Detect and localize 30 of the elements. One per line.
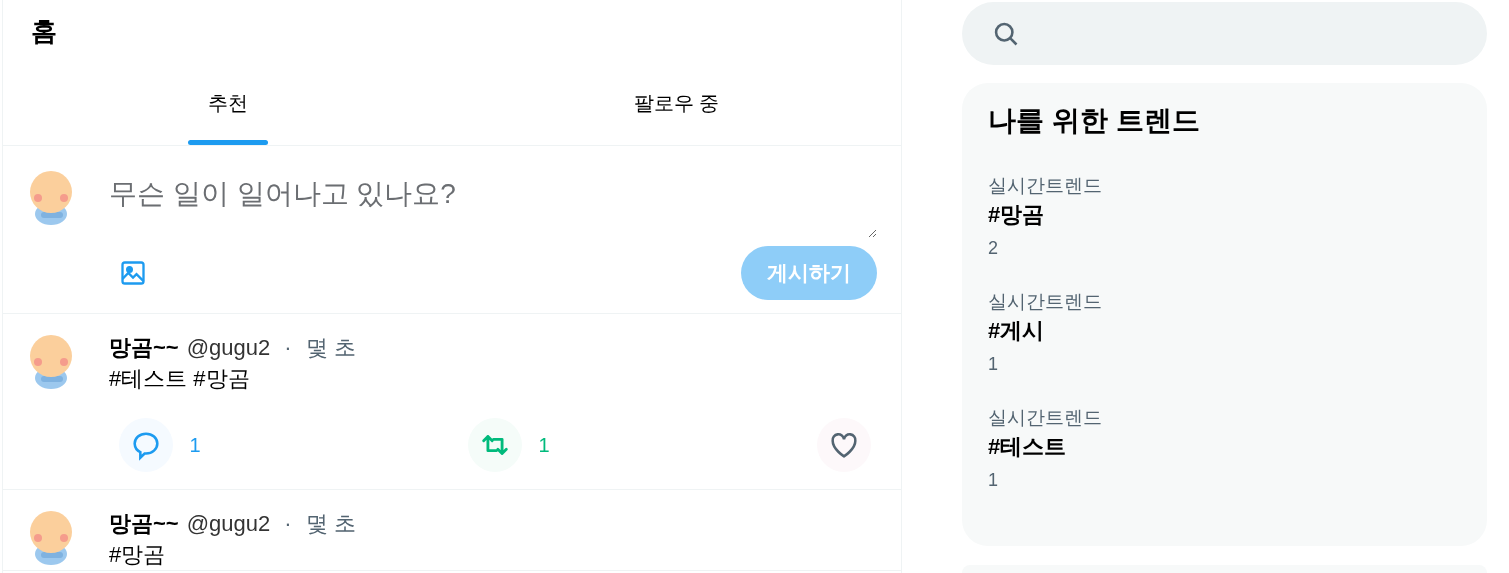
trend-category: 실시간트렌드 (988, 174, 1103, 198)
trend-category: 실시간트렌드 (988, 290, 1103, 314)
action-count: 1 (188, 433, 202, 458)
action-count: 1 (537, 433, 551, 458)
separator-dot: · (283, 334, 293, 362)
avatar-icon (29, 168, 73, 226)
post-text: #테스트 #망곰 (109, 365, 251, 393)
avatar-icon (29, 508, 73, 566)
user-handle: @gugu2 (186, 334, 271, 362)
tab[interactable]: 팔로우 중 (613, 60, 740, 145)
trend-count: 2 (988, 237, 999, 260)
tab[interactable]: 추천 (187, 60, 268, 145)
image-icon[interactable] (119, 259, 147, 287)
page-title: 홈 (30, 15, 58, 48)
trend-tag[interactable]: #망곰 (988, 199, 1461, 231)
trend-tag[interactable]: #테스트 (988, 431, 1461, 463)
user-name: 망곰~~ (109, 510, 179, 538)
user-name: 망곰~~ (109, 334, 179, 362)
user-handle: @gugu2 (186, 510, 271, 538)
avatar-icon (29, 332, 73, 390)
separator-dot: · (283, 510, 293, 538)
post-input[interactable]: 무슨 일이 일어나고 있나요? (107, 168, 877, 238)
trend-tag[interactable]: #게시 (988, 315, 1461, 347)
trends-title: 나를 위한 트렌드 (988, 104, 1201, 138)
trend-count: 1 (988, 353, 999, 376)
post-time: 몇 초 (305, 510, 356, 538)
post-text: #망곰 (109, 541, 167, 569)
post-time: 몇 초 (305, 334, 356, 362)
trend-count: 1 (988, 469, 999, 492)
trend-category: 실시간트렌드 (988, 406, 1103, 430)
